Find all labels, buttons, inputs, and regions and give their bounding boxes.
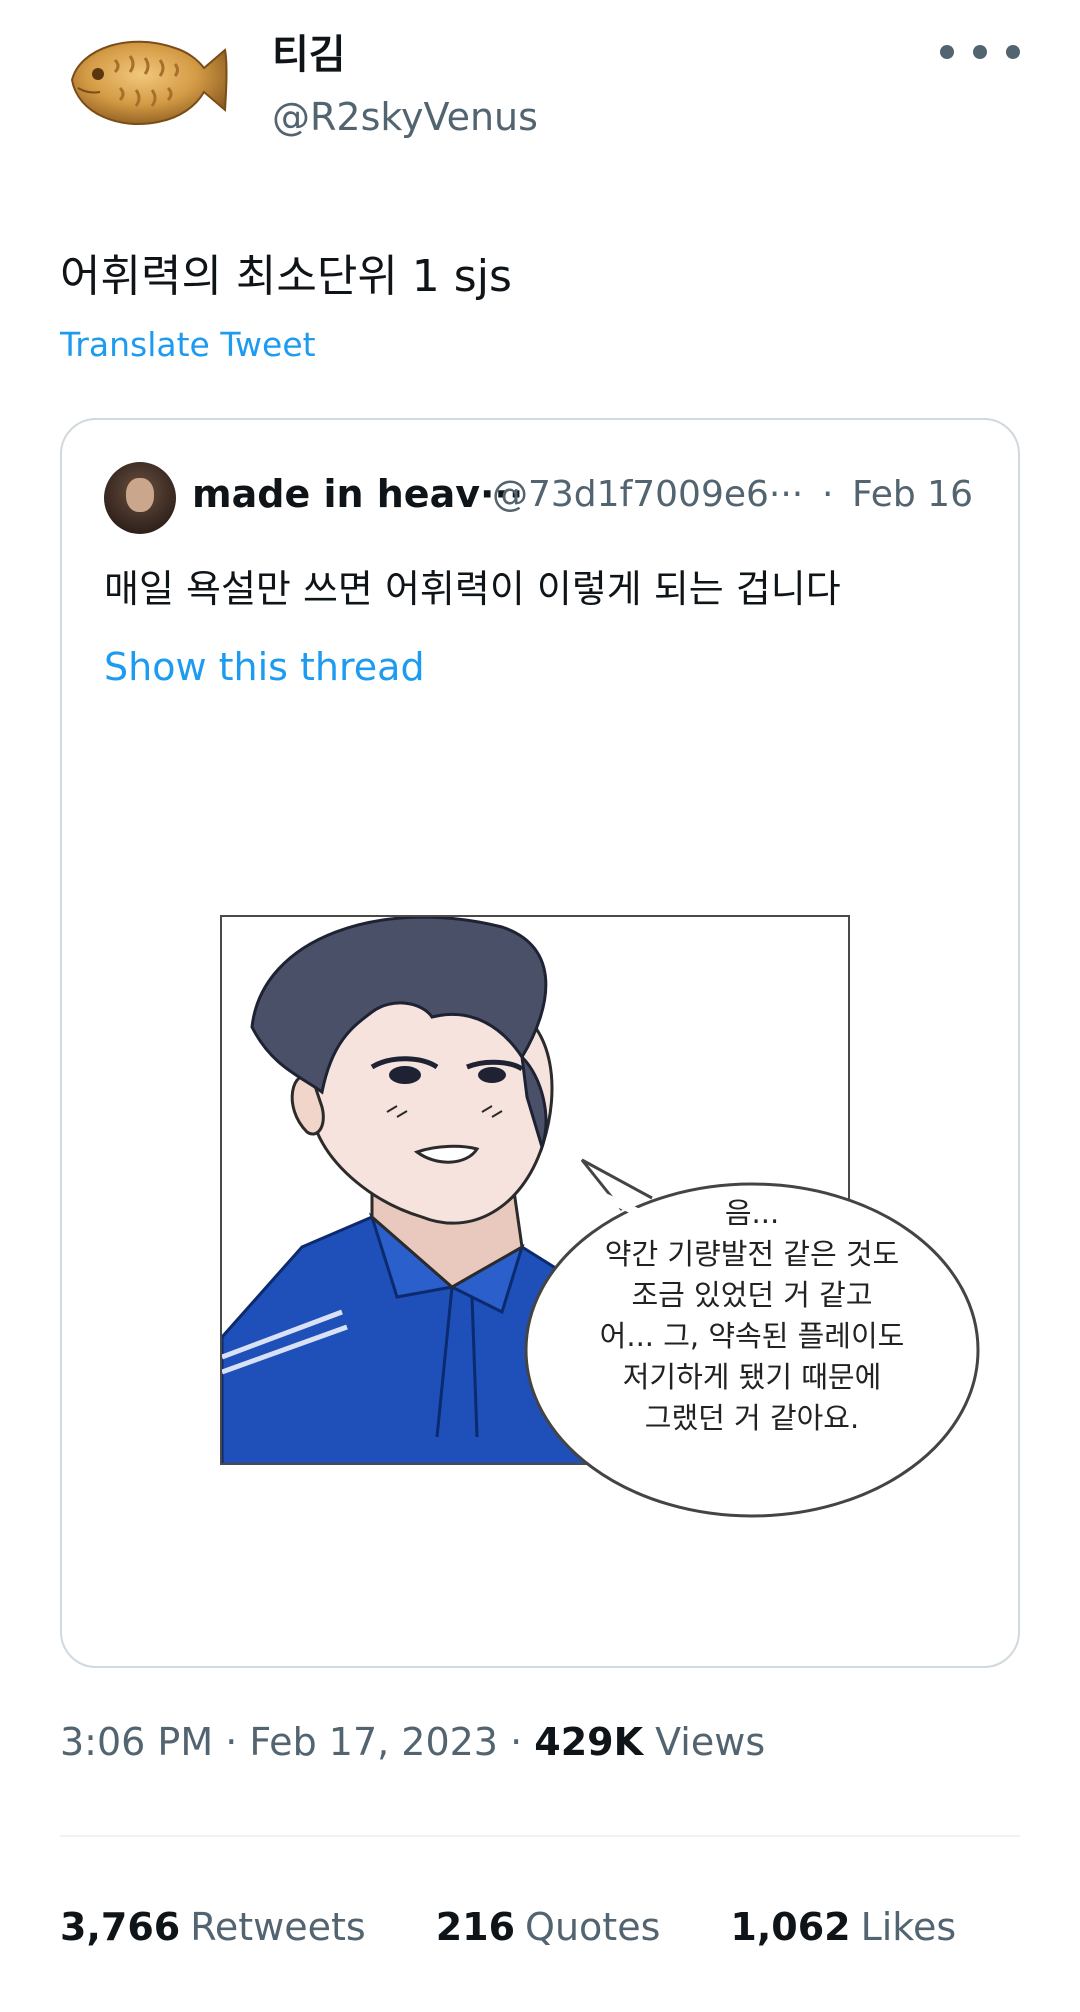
tweet-date[interactable]: Feb 17, 2023: [249, 1720, 498, 1764]
quotes-label: Quotes: [525, 1905, 661, 1949]
likes-count: 1,062: [730, 1905, 851, 1949]
more-options-icon[interactable]: [940, 40, 1020, 64]
comic-image[interactable]: 음... 약간 기량발전 같은 것도 조금 있었던 거 같고 어... 그, 약…: [62, 800, 1018, 1666]
separator-dot: ·: [510, 1720, 523, 1764]
bubble-line: 저기하게 됐기 때문에: [622, 1360, 882, 1394]
quoted-avatar[interactable]: [104, 462, 176, 534]
tweet-time[interactable]: 3:06 PM: [60, 1720, 213, 1764]
retweets-label: Retweets: [190, 1905, 366, 1949]
tweet-meta: 3:06 PM · Feb 17, 2023 · 429K Views: [60, 1720, 765, 1764]
quotes-count: 216: [435, 1905, 516, 1949]
translate-tweet-link[interactable]: Translate Tweet: [60, 325, 316, 364]
quoted-text: 매일 욕설만 쓰면 어휘력이 이렇게 되는 겁니다: [104, 567, 841, 611]
bubble-line: 어... 그, 약속된 플레이도: [599, 1319, 905, 1353]
quoted-date: Feb 16: [852, 474, 973, 515]
author-name[interactable]: 티김: [272, 22, 346, 80]
bubble-line: 조금 있었던 거 같고: [631, 1278, 873, 1312]
bubble-line: 그랬던 거 같아요.: [644, 1401, 860, 1435]
dot-icon: [940, 45, 954, 59]
author-handle[interactable]: @R2skyVenus: [272, 95, 538, 139]
likes-stat[interactable]: 1,062 Likes: [730, 1905, 956, 1949]
views-count[interactable]: 429K: [534, 1720, 643, 1764]
retweets-count: 3,766: [60, 1905, 181, 1949]
retweets-stat[interactable]: 3,766 Retweets: [60, 1905, 366, 1949]
likes-label: Likes: [860, 1905, 957, 1949]
quoted-tweet-card[interactable]: made in heav··· @73d1f7009e6··· · Feb 16…: [60, 418, 1020, 1668]
separator-dot: ·: [822, 474, 834, 515]
separator-dot: ·: [225, 1720, 238, 1764]
show-thread-link[interactable]: Show this thread: [104, 645, 425, 689]
views-label[interactable]: Views: [655, 1720, 765, 1764]
avatar[interactable]: [60, 10, 230, 170]
dot-icon: [973, 45, 987, 59]
speech-bubble-text: 음... 약간 기량발전 같은 것도 조금 있었던 거 같고 어... 그, 약…: [524, 1193, 980, 1439]
quoted-author-handle: @73d1f7009e6···: [492, 474, 804, 515]
quotes-stat[interactable]: 216 Quotes: [436, 1905, 661, 1949]
tweet-header: 티김 @R2skyVenus: [60, 0, 1020, 160]
dot-icon: [1006, 45, 1020, 59]
divider: [60, 1835, 1020, 1837]
engagement-stats: 3,766 Retweets 216 Quotes 1,062 Likes: [60, 1905, 1026, 1949]
tweet-text: 어휘력의 최소단위 1 sjs: [60, 251, 512, 302]
quoted-author-name: made in heav···: [192, 472, 524, 516]
bubble-line: 약간 기량발전 같은 것도: [604, 1237, 900, 1271]
bubble-line: 음...: [724, 1196, 780, 1230]
taiyaki-fish-avatar-image: [70, 40, 228, 126]
